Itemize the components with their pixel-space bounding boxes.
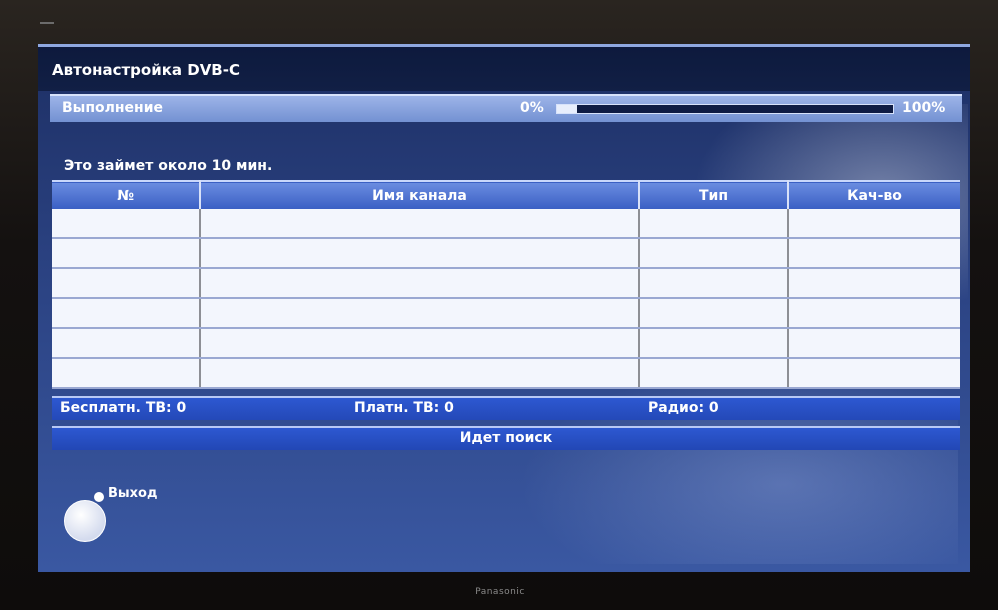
cell-channel-name xyxy=(199,298,640,329)
tv-brand-logo: Panasonic xyxy=(475,587,525,597)
cell-type xyxy=(638,358,790,389)
cell-number xyxy=(52,298,201,329)
table-row xyxy=(52,298,960,329)
cell-quality xyxy=(788,238,960,269)
cell-quality xyxy=(788,268,960,299)
tv-bezel: Panasonic Автонастройка DVB-C Выполнение… xyxy=(0,0,998,610)
channel-count-bar: Бесплатн. ТВ: 0 Платн. ТВ: 0 Радио: 0 xyxy=(52,396,960,420)
column-header-quality: Кач-во xyxy=(847,187,902,204)
progress-end-label: 100% xyxy=(902,100,946,116)
table-row xyxy=(52,268,960,299)
column-header-type: Тип xyxy=(638,181,790,209)
free-tv-count: Бесплатн. ТВ: 0 xyxy=(60,400,187,416)
progress-row: Выполнение 0% 100% xyxy=(50,94,962,122)
cell-type xyxy=(638,298,790,329)
remote-dpad-icon xyxy=(64,500,106,542)
table-header-row: № Имя канала Тип Кач-во xyxy=(52,181,960,209)
search-status-text: Идет поиск xyxy=(459,430,553,446)
progress-fill xyxy=(557,105,578,113)
cell-channel-name xyxy=(199,328,640,359)
bezel-indicator xyxy=(40,22,54,24)
progress-start-label: 0% xyxy=(520,100,544,116)
progress-bar xyxy=(556,104,894,114)
table-row xyxy=(52,209,960,239)
cell-quality xyxy=(788,298,960,329)
cell-channel-name xyxy=(199,358,640,389)
cell-number xyxy=(52,238,201,269)
channel-table: № Имя канала Тип Кач-во xyxy=(52,180,960,389)
cell-number xyxy=(52,328,201,359)
cell-number xyxy=(52,209,201,239)
cell-quality xyxy=(788,358,960,389)
search-status-bar: Идет поиск xyxy=(52,426,960,450)
progress-label: Выполнение xyxy=(62,100,164,116)
cell-channel-name xyxy=(199,209,640,239)
exit-hint[interactable]: Выход xyxy=(64,484,204,544)
cell-channel-name xyxy=(199,238,640,269)
cell-number xyxy=(52,268,201,299)
menu-title: Автонастройка DVB-C xyxy=(52,61,240,79)
cell-type xyxy=(638,238,790,269)
cell-quality xyxy=(788,209,960,239)
radio-count: Радио: 0 xyxy=(648,400,719,416)
column-header-channel-name: Имя канала xyxy=(199,181,640,209)
cell-number xyxy=(52,358,201,389)
cell-type xyxy=(638,328,790,359)
column-header-number: № xyxy=(52,181,201,209)
cell-type xyxy=(638,209,790,239)
exit-label: Выход xyxy=(108,486,158,501)
remote-button-icon xyxy=(94,492,104,502)
cell-type xyxy=(638,268,790,299)
table-row xyxy=(52,238,960,269)
table-row xyxy=(52,328,960,359)
screen-glare-lower xyxy=(518,364,958,564)
tv-screen: Автонастройка DVB-C Выполнение 0% 100% Э… xyxy=(38,44,970,572)
title-bar: Автонастройка DVB-C xyxy=(38,44,970,91)
cell-channel-name xyxy=(199,268,640,299)
cell-quality xyxy=(788,328,960,359)
table-row xyxy=(52,358,960,389)
pay-tv-count: Платн. ТВ: 0 xyxy=(354,400,454,416)
estimated-time-text: Это займет около 10 мин. xyxy=(64,158,273,174)
